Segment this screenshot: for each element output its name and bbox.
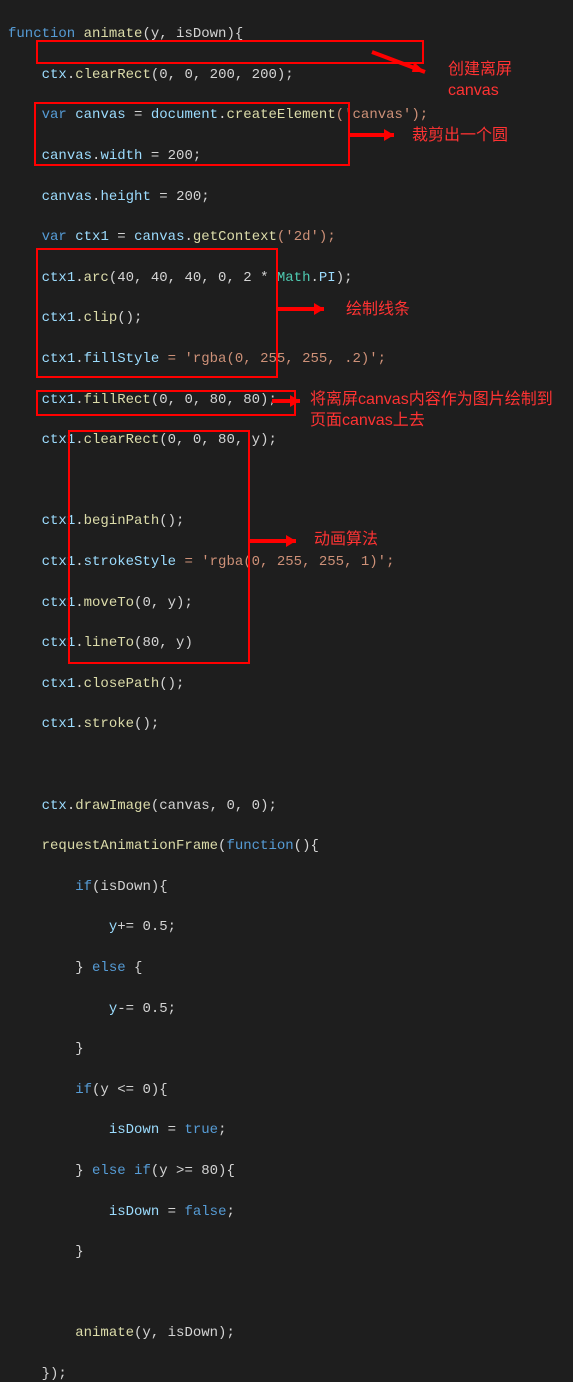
code-line: ctx1.beginPath(); [8, 511, 565, 531]
code-line: ctx1.moveTo(0, y); [8, 593, 565, 613]
code-line: var ctx1 = canvas.getContext('2d'); [8, 227, 565, 247]
code-line: ctx1.closePath(); [8, 674, 565, 694]
code-line: } else if(y >= 80){ [8, 1161, 565, 1181]
code-line: isDown = false; [8, 1202, 565, 1222]
code-line: requestAnimationFrame(function(){ [8, 836, 565, 856]
code-line: }); [8, 1364, 565, 1382]
code-line: canvas.height = 200; [8, 187, 565, 207]
code-line [8, 471, 565, 491]
code-line: isDown = true; [8, 1120, 565, 1140]
code-line: ctx.clearRect(0, 0, 200, 200); [8, 65, 565, 85]
code-line: animate(y, isDown); [8, 1323, 565, 1343]
code-line: ctx1.fillStyle = 'rgba(0, 255, 255, .2)'… [8, 349, 565, 369]
code-line: ctx1.arc(40, 40, 40, 0, 2 * Math.PI); [8, 268, 565, 288]
code-line: } [8, 1039, 565, 1059]
code-line: y+= 0.5; [8, 917, 565, 937]
code-line: ctx1.strokeStyle = 'rgba(0, 255, 255, 1)… [8, 552, 565, 572]
code-line: ctx1.clearRect(0, 0, 80, y); [8, 430, 565, 450]
code-line: if(isDown){ [8, 877, 565, 897]
code-line: ctx1.stroke(); [8, 714, 565, 734]
code-editor[interactable]: function animate(y, isDown){ ctx.clearRe… [0, 0, 573, 1382]
code-line: ctx1.fillRect(0, 0, 80, 80); [8, 390, 565, 410]
code-line: ctx1.clip(); [8, 308, 565, 328]
code-line: if(y <= 0){ [8, 1080, 565, 1100]
code-line: ctx.drawImage(canvas, 0, 0); [8, 796, 565, 816]
code-line: y-= 0.5; [8, 999, 565, 1019]
code-line: } [8, 1242, 565, 1262]
code-line [8, 755, 565, 775]
code-line: var canvas = document.createElement('can… [8, 105, 565, 125]
code-line: function animate(y, isDown){ [8, 24, 565, 44]
code-line: } else { [8, 958, 565, 978]
code-line: ctx1.lineTo(80, y) [8, 633, 565, 653]
code-line [8, 1283, 565, 1303]
code-line: canvas.width = 200; [8, 146, 565, 166]
